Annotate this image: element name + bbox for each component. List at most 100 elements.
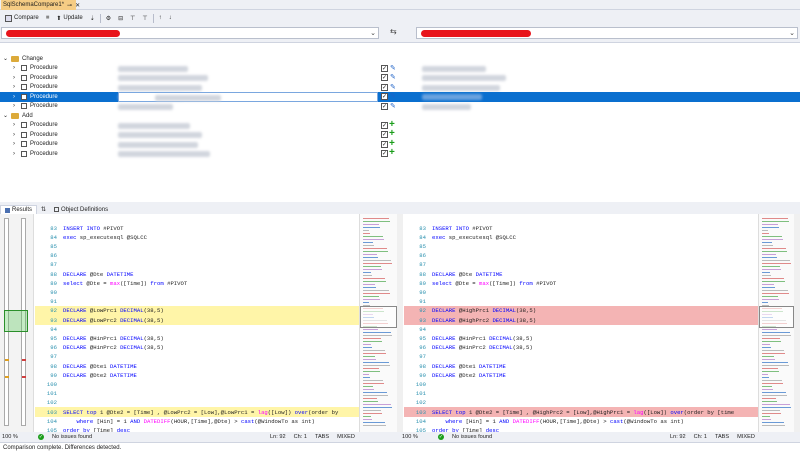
expand-chevron-icon[interactable]: ⌄ (3, 111, 8, 121)
next-change-button[interactable]: ↓ (167, 13, 174, 24)
tab-results-label: Results (12, 207, 33, 213)
results-tree: ⌄ Change › Procedure ✓ ✎ › Procedure ✓ ✎ › Procedur… (0, 42, 800, 202)
target-selector[interactable]: ⌄ (416, 27, 798, 39)
tree-item-type: Procedure (21, 149, 58, 159)
code-token: cast (609, 417, 624, 425)
swap-direction-button[interactable]: ⇆ (390, 27, 397, 36)
previous-change-button[interactable]: ↑ (157, 13, 164, 24)
zoom-level[interactable]: 100 % (402, 434, 430, 440)
source-minimap[interactable] (359, 214, 397, 432)
close-icon[interactable]: ✕ (75, 2, 80, 9)
code-token: @Dte = (86, 279, 110, 287)
include-checkbox[interactable]: ✓ (381, 102, 388, 110)
include-checkbox[interactable]: ✓ (381, 74, 388, 81)
filter-button[interactable]: ⊤ (128, 13, 137, 24)
include-checkbox[interactable]: ✓ (381, 93, 388, 100)
tree-item-row[interactable]: › Procedure ✓ + (0, 147, 800, 159)
source-selector[interactable]: ⌄ (1, 27, 379, 39)
update-icon: ⬆ (56, 15, 62, 22)
code-token: DECLARE (63, 307, 90, 315)
code-token: DATETIME (475, 270, 503, 278)
minimap-viewport[interactable] (360, 306, 397, 328)
compare-button[interactable]: Compare (3, 13, 41, 24)
diff-viewport-marker[interactable] (4, 310, 28, 332)
target-vertical-scrollbar[interactable] (794, 214, 800, 432)
tree-item-type-label: Procedure (30, 122, 58, 129)
zoom-level[interactable]: 100 % (2, 434, 30, 440)
expand-chevron-icon[interactable]: › (13, 64, 15, 74)
expand-chevron-icon[interactable]: › (13, 102, 15, 112)
tab-results[interactable]: Results (0, 205, 38, 214)
document-tab[interactable]: SqlSchemaCompare1* ⊸ ✕ (1, 0, 80, 10)
include-checkbox[interactable]: ✓ (381, 150, 388, 157)
minimap-line (762, 362, 788, 363)
line-ending[interactable]: MIXED (337, 434, 355, 440)
code-token: @HighPrc1 (458, 307, 493, 315)
line-ending[interactable]: MIXED (737, 434, 755, 440)
code-token: DATETIME (479, 362, 506, 370)
pin-icon[interactable]: ⊸ (67, 2, 72, 9)
redacted-source-object (118, 75, 208, 81)
include-checkbox[interactable]: ✓ (381, 121, 388, 129)
issues-label[interactable]: No issues found (452, 434, 662, 440)
minimap-line (363, 299, 380, 300)
minimap-line (762, 263, 791, 264)
tree-group-row[interactable]: ⌄ Change (0, 54, 800, 64)
source-vertical-scrollbar[interactable] (397, 214, 403, 432)
tree-item-row[interactable]: › Procedure ✓ + (0, 138, 800, 150)
code-token: DECIMAL (492, 307, 516, 315)
filter-clear-button[interactable]: ⊤ (140, 13, 149, 24)
tree-group-row[interactable]: ⌄ Add (0, 111, 800, 121)
indent-mode[interactable]: TABS (315, 434, 329, 440)
code-token: @Dte (89, 270, 107, 278)
code-token: DECLARE (432, 270, 459, 278)
code-token: DECIMAL (492, 316, 516, 324)
options-button[interactable]: ⚙ (104, 13, 113, 24)
tree-item-row[interactable]: › Procedure ✓ ✎ (0, 102, 800, 112)
update-button[interactable]: ⬆ Update (54, 13, 84, 24)
sync-scroll-button[interactable]: ⇅ (37, 205, 50, 214)
tree-item-row[interactable]: › Procedure ✓ + (0, 128, 800, 140)
code-line[interactable]: 105 order by [Time] desc (404, 425, 758, 432)
expand-chevron-icon[interactable]: › (13, 121, 15, 131)
group-results-button[interactable]: ⊟ (116, 13, 125, 24)
pencil-icon: ✎ (390, 74, 396, 81)
diff-marker (5, 359, 9, 361)
tree-item-row[interactable]: › Procedure ✓ ✎ (0, 73, 800, 83)
expand-chevron-icon[interactable]: › (13, 73, 15, 83)
indent-mode[interactable]: TABS (715, 434, 729, 440)
minimap-line (762, 278, 784, 279)
tab-object-definitions[interactable]: Object Definitions (50, 205, 112, 214)
expand-chevron-icon[interactable]: › (13, 140, 15, 150)
expand-chevron-icon[interactable]: › (13, 83, 15, 93)
line-number: 84 (50, 233, 57, 241)
generate-script-button[interactable]: ⇣ (88, 13, 97, 24)
include-checkbox[interactable]: ✓ (381, 131, 388, 138)
redacted-source-object (118, 65, 188, 72)
tree-item-row[interactable]: › Procedure ✓ ✎ (0, 83, 800, 93)
diff-marker (5, 376, 9, 378)
target-minimap[interactable] (758, 214, 794, 432)
expand-chevron-icon[interactable]: › (13, 92, 15, 102)
expand-chevron-icon[interactable]: › (13, 130, 15, 140)
tree-item-row[interactable]: › Procedure ✓ + (0, 119, 800, 131)
include-checkbox[interactable]: ✓ (381, 64, 388, 72)
issues-label[interactable]: No issues found (52, 434, 262, 440)
include-checkbox[interactable]: ✓ (381, 140, 388, 148)
minimap-line (762, 389, 773, 390)
minimap-viewport[interactable] (759, 306, 794, 328)
expand-chevron-icon[interactable]: › (13, 149, 15, 159)
minimap-line (363, 275, 372, 276)
redacted-target-object (422, 65, 486, 72)
tree-item-row[interactable]: › Procedure ✓ ✎ (0, 64, 800, 74)
line-number: 98 (419, 362, 426, 370)
tree-item-row[interactable]: › Procedure ✓ ✎ (0, 92, 800, 102)
code-line[interactable]: 105 order by [Time] desc (35, 425, 359, 432)
stop-button[interactable]: ■ (44, 13, 52, 24)
include-checkbox[interactable]: ✓ (381, 83, 388, 91)
target-code-editor[interactable]: 83 INSERT INTO #PIVOT 84 exec sp_executesql… (404, 214, 758, 432)
expand-chevron-icon[interactable]: ⌄ (3, 54, 8, 64)
procedure-icon (21, 84, 27, 91)
source-code-editor[interactable]: 83 INSERT INTO #PIVOT 84 exec sp_executesql… (35, 214, 359, 432)
minimap-line (363, 410, 381, 411)
